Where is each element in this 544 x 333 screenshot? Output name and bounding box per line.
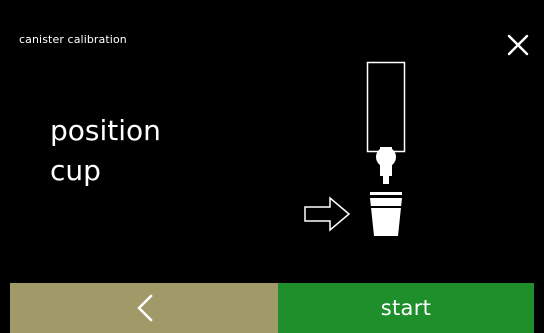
- close-button[interactable]: [500, 27, 534, 61]
- screen-title: canister calibration: [19, 33, 127, 46]
- arrow-right-icon: [304, 196, 351, 232]
- canister-icon: [366, 61, 406, 184]
- instruction-text: position cup: [50, 111, 161, 191]
- cup-icon: [369, 192, 403, 236]
- back-button[interactable]: [10, 283, 278, 333]
- chevron-left-icon: [133, 294, 157, 326]
- canister-calibration-screen: canister calibration position cup start: [0, 0, 544, 333]
- instruction-line-2: cup: [50, 154, 101, 187]
- start-button-label: start: [380, 296, 432, 320]
- bottom-action-bar: start: [0, 283, 544, 333]
- close-icon: [500, 27, 534, 61]
- start-button[interactable]: start: [278, 283, 534, 333]
- instruction-line-1: position: [50, 114, 161, 147]
